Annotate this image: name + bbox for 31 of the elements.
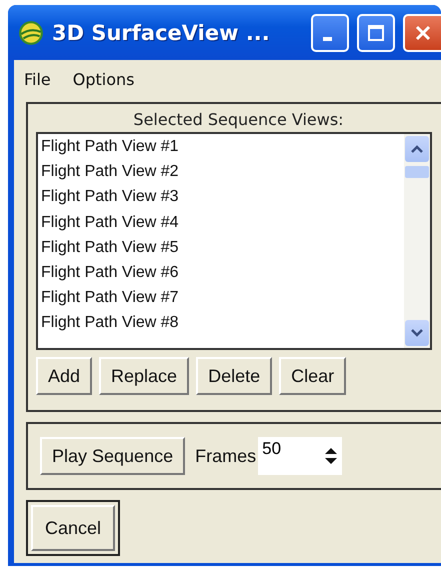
window-title: 3D SurfaceView ... <box>52 20 270 44</box>
menu-item[interactable]: File <box>24 70 51 88</box>
scroll-down-button[interactable] <box>405 320 429 346</box>
maximize-button[interactable] <box>357 14 395 52</box>
list-item[interactable]: Flight Path View #6 <box>41 260 404 286</box>
list-heading: Selected Sequence Views: <box>132 110 345 129</box>
list-action-button[interactable]: Replace <box>99 357 190 395</box>
list-action-button[interactable]: Delete <box>196 357 272 395</box>
scroll-thumb[interactable] <box>405 166 429 178</box>
scrollbar[interactable] <box>404 134 430 348</box>
spin-arrows-icon <box>324 446 338 466</box>
list-item[interactable]: Flight Path View #5 <box>41 234 404 260</box>
list-item[interactable]: Flight Path View #8 <box>41 310 404 336</box>
minimize-button[interactable] <box>311 14 349 52</box>
scroll-up-button[interactable] <box>405 136 429 162</box>
list-item[interactable]: Flight Path View #3 <box>41 184 404 210</box>
list-item[interactable]: Flight Path View #4 <box>41 210 404 235</box>
close-button[interactable] <box>403 14 441 52</box>
globe-icon <box>18 20 44 46</box>
minimize-icon <box>322 36 332 40</box>
list-item[interactable]: Flight Path View #7 <box>41 285 404 310</box>
list-item[interactable]: Flight Path View #1 <box>41 134 404 160</box>
play-sequence-button[interactable]: Play Sequence <box>40 437 186 475</box>
frames-label: Frames <box>195 446 256 466</box>
list-action-button[interactable]: Add <box>36 357 92 395</box>
maximize-icon <box>366 22 386 42</box>
frames-spinner[interactable]: 50 <box>258 437 342 475</box>
menu-item[interactable]: Options <box>72 70 135 88</box>
list-item[interactable]: Flight Path View #2 <box>41 159 404 184</box>
cancel-button[interactable]: Cancel <box>31 505 116 551</box>
list-action-button[interactable]: Clear <box>279 357 346 395</box>
